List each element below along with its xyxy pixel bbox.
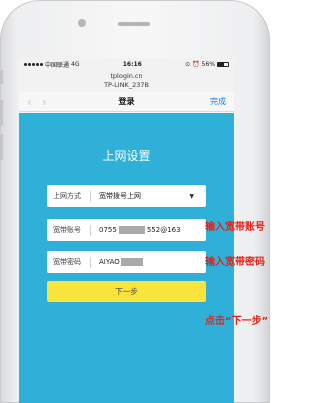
clock: 16:16 [122, 60, 142, 68]
phone-screen: 中国联通 4G 16:16 ⊙ ⏰ 56% tplogin.cn TP-LINK… [19, 58, 234, 403]
alarm-icon: ⏰ [192, 60, 200, 68]
status-bar: 中国联通 4G 16:16 ⊙ ⏰ 56% [19, 58, 234, 70]
account-suffix: 552@163 [146, 226, 181, 234]
signal-icon [24, 62, 43, 66]
next-step-button[interactable]: 下一步 [47, 281, 206, 302]
network-name: TP-LINK_237B [104, 81, 149, 89]
front-camera [78, 19, 86, 27]
mute-switch [0, 70, 3, 84]
redaction-block [120, 258, 143, 266]
lock-rotation-icon: ⊙ [185, 60, 191, 68]
forward-arrow-icon[interactable]: › [42, 95, 47, 109]
address-bar[interactable]: tplogin.cn TP-LINK_237B [19, 70, 234, 92]
connection-type-label: 上网方式 [47, 190, 91, 202]
network-type: 4G [71, 60, 80, 68]
phone-frame: 中国联通 4G 16:16 ⊙ ⏰ 56% tplogin.cn TP-LINK… [0, 0, 270, 403]
earpiece-speaker [118, 22, 150, 26]
broadband-password-label: 宽带密码 [47, 256, 91, 268]
annotation-next: 点击“下一步” [205, 316, 269, 327]
redaction-block [118, 226, 145, 234]
broadband-password-field[interactable]: 宽带密码 AIYAO [47, 251, 206, 273]
navigation-bar: ‹ › 登录 完成 [19, 92, 234, 112]
volume-down-button [0, 134, 3, 160]
connection-type-select[interactable]: 上网方式 宽带拨号上网 ▼ [47, 185, 206, 207]
carrier-name: 中国联通 [45, 61, 70, 69]
connection-type-value: 宽带拨号上网 [99, 192, 141, 200]
account-prefix: 0755 [99, 226, 117, 234]
battery-percent: 56% [201, 60, 215, 68]
volume-up-button [0, 100, 3, 126]
url-host: tplogin.cn [110, 72, 143, 80]
done-button[interactable]: 完成 [186, 96, 226, 107]
password-value: AIYAO [99, 258, 120, 266]
broadband-account-label: 宽带账号 [47, 224, 91, 236]
setup-heading: 上网设置 [102, 149, 151, 163]
back-arrow-icon[interactable]: ‹ [27, 95, 32, 109]
page-title: 登录 [118, 97, 135, 106]
annotation-password: 输入宽带密码 [205, 257, 265, 268]
battery-icon [216, 61, 229, 67]
dropdown-caret-icon: ▼ [189, 192, 194, 200]
broadband-account-field[interactable]: 宽带账号 0755 552@163 [47, 219, 206, 241]
annotation-account: 输入宽带账号 [205, 222, 265, 233]
setup-panel: 上网设置 上网方式 宽带拨号上网 ▼ 宽带账号 0755 552@163 宽带密… [19, 113, 234, 403]
